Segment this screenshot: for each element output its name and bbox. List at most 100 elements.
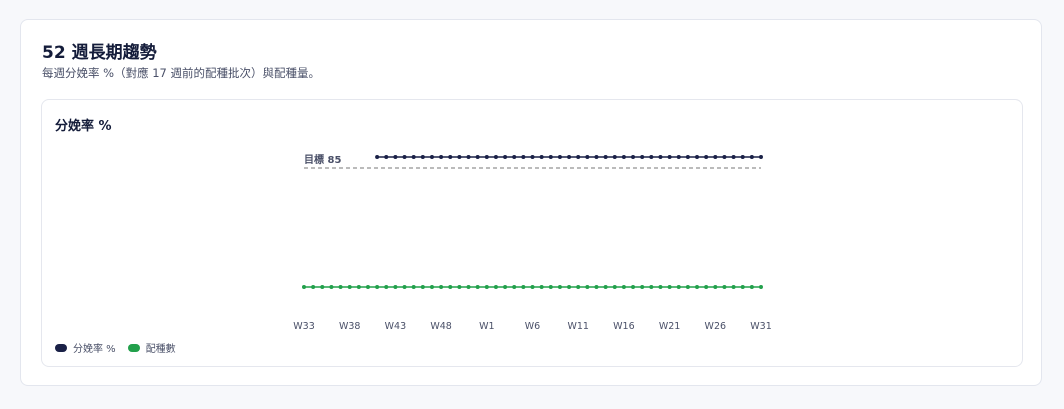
legend-label-farrowing: 分娩率 % — [73, 344, 116, 355]
farrowing-point — [466, 155, 471, 159]
farrowing-point — [375, 155, 380, 159]
farrowing-point — [649, 155, 654, 159]
breeding-point — [621, 285, 626, 289]
x-tick-label: W48 — [430, 321, 451, 332]
farrowing-point — [759, 155, 763, 159]
legend-label-breeding: 配種數 — [145, 344, 176, 355]
farrowing-point — [704, 155, 709, 159]
farrowing-point — [585, 155, 590, 159]
breeding-point — [603, 285, 608, 289]
farrowing-point — [521, 155, 526, 159]
breeding-point — [411, 285, 416, 289]
breeding-point — [393, 285, 398, 289]
breeding-point — [420, 285, 425, 289]
breeding-point — [457, 285, 462, 289]
farrowing-point — [722, 155, 727, 159]
x-tick-label: W31 — [750, 321, 771, 332]
x-tick-label: W26 — [705, 321, 726, 332]
breeding-point — [329, 285, 334, 289]
x-tick-label: W33 — [293, 321, 314, 332]
legend-item-breeding[interactable]: 配種數 — [127, 340, 176, 355]
breeding-point — [484, 285, 489, 289]
farrowing-point — [594, 155, 599, 159]
farrowing-point — [457, 155, 462, 159]
breeding-point — [429, 285, 434, 289]
farrowing-point — [493, 155, 498, 159]
breeding-point — [320, 285, 325, 289]
x-tick-label: W16 — [613, 321, 634, 332]
breeding-point — [759, 285, 763, 289]
breeding-point — [631, 285, 636, 289]
breeding-point — [338, 285, 343, 289]
breeding-point — [685, 285, 690, 289]
breeding-point — [731, 285, 736, 289]
breeding-point — [704, 285, 709, 289]
breeding-point — [640, 285, 645, 289]
breeding-point — [530, 285, 535, 289]
farrowing-point — [603, 155, 608, 159]
farrowing-point — [411, 155, 416, 159]
farrowing-point — [384, 155, 389, 159]
breeding-point — [576, 285, 581, 289]
farrowing-point — [548, 155, 553, 159]
legend-swatch-breeding — [127, 343, 140, 352]
breeding-point — [356, 285, 361, 289]
farrowing-point — [530, 155, 535, 159]
breeding-point — [466, 285, 471, 289]
chart-legend: 分娩率 % 配種數 — [55, 340, 188, 355]
breeding-point — [649, 285, 654, 289]
card-subtitle: 每週分娩率 %（對應 17 週前的配種批次）與配種量。 — [42, 66, 321, 80]
breeding-point — [493, 285, 498, 289]
x-tick-label: W38 — [339, 321, 360, 332]
farrowing-point — [393, 155, 398, 159]
farrowing-point — [667, 155, 672, 159]
farrowing-point — [612, 155, 617, 159]
breeding-point — [439, 285, 444, 289]
breeding-point — [713, 285, 718, 289]
card-title: 52 週長期趨勢 — [42, 43, 157, 63]
farrowing-point — [640, 155, 645, 159]
legend-item-farrowing[interactable]: 分娩率 % — [55, 340, 116, 355]
trend-card: 52 週長期趨勢 每週分娩率 %（對應 17 週前的配種批次）與配種量。 分娩率… — [20, 19, 1042, 386]
farrowing-point — [695, 155, 700, 159]
breeding-point — [749, 285, 754, 289]
breeding-point — [384, 285, 389, 289]
breeding-point — [567, 285, 572, 289]
farrowing-point — [439, 155, 444, 159]
breeding-point — [402, 285, 407, 289]
farrowing-point — [484, 155, 489, 159]
farrowing-point — [429, 155, 434, 159]
breeding-point — [512, 285, 517, 289]
breeding-point — [722, 285, 727, 289]
x-tick-label: W21 — [659, 321, 680, 332]
breeding-point — [695, 285, 700, 289]
breeding-point — [612, 285, 617, 289]
farrowing-point — [503, 155, 508, 159]
breeding-point — [375, 285, 380, 289]
breeding-point — [347, 285, 352, 289]
breeding-point — [557, 285, 562, 289]
chart-panel: 分娩率 % 目標 85 W33 W38 W43 W48 W1 W6 W11 W16 W21 W26 W… — [41, 99, 1023, 367]
farrowing-point — [676, 155, 681, 159]
farrowing-point — [475, 155, 480, 159]
breeding-point — [448, 285, 453, 289]
target-label: 目標 85 — [304, 153, 341, 166]
breeding-point — [594, 285, 599, 289]
farrowing-point — [420, 155, 425, 159]
breeding-point — [585, 285, 590, 289]
legend-swatch-farrowing — [55, 343, 67, 352]
farrowing-point — [731, 155, 736, 159]
breeding-point — [740, 285, 745, 289]
farrowing-point — [740, 155, 745, 159]
farrowing-point — [448, 155, 453, 159]
breeding-point — [667, 285, 672, 289]
farrowing-point — [539, 155, 544, 159]
breeding-point — [658, 285, 663, 289]
breeding-point — [302, 285, 306, 289]
farrowing-point — [685, 155, 690, 159]
breeding-point — [539, 285, 544, 289]
farrowing-chart: 目標 85 W33 W38 W43 W48 W1 W6 W11 W16 W21 W26 W31 — [293, 153, 771, 332]
x-tick-label: W1 — [479, 321, 494, 332]
farrowing-point — [402, 155, 407, 159]
farrowing-point — [658, 155, 663, 159]
